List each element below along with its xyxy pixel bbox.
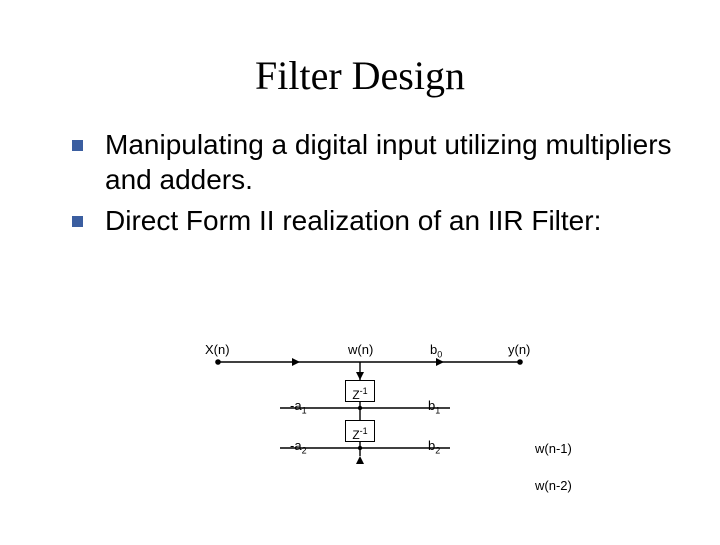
coef-b1-sub: 1 [435, 406, 440, 416]
label-b0: b0 [430, 342, 442, 360]
coef-a1-sub: 1 [302, 406, 307, 416]
label-wn1: w(n-1) [535, 441, 572, 456]
label-wn2: w(n-2) [535, 478, 572, 493]
label-b2: b2 [428, 438, 440, 456]
z-label: Z [352, 428, 359, 442]
diagram-lines [0, 0, 720, 540]
iir-filter-diagram: Z-1 Z-1 X(n) w(n) y(n) b0 b1 b2 -a1 -a2 … [0, 0, 720, 540]
label-yn: y(n) [508, 342, 530, 357]
label-wn: w(n) [348, 342, 373, 357]
coef-b0-sub: 0 [437, 350, 442, 360]
coef-a1: -a [290, 398, 302, 413]
delay-box-z2: Z-1 [345, 420, 375, 442]
label-b1: b1 [428, 398, 440, 416]
delay-box-z1: Z-1 [345, 380, 375, 402]
label-xn: X(n) [205, 342, 230, 357]
label-neg-a1: -a1 [290, 398, 307, 416]
coef-a2: -a [290, 438, 302, 453]
z-label: Z [352, 388, 359, 402]
label-neg-a2: -a2 [290, 438, 307, 456]
z-exponent: -1 [360, 386, 368, 396]
coef-a2-sub: 2 [302, 446, 307, 456]
coef-b2-sub: 2 [435, 446, 440, 456]
z-exponent: -1 [360, 426, 368, 436]
